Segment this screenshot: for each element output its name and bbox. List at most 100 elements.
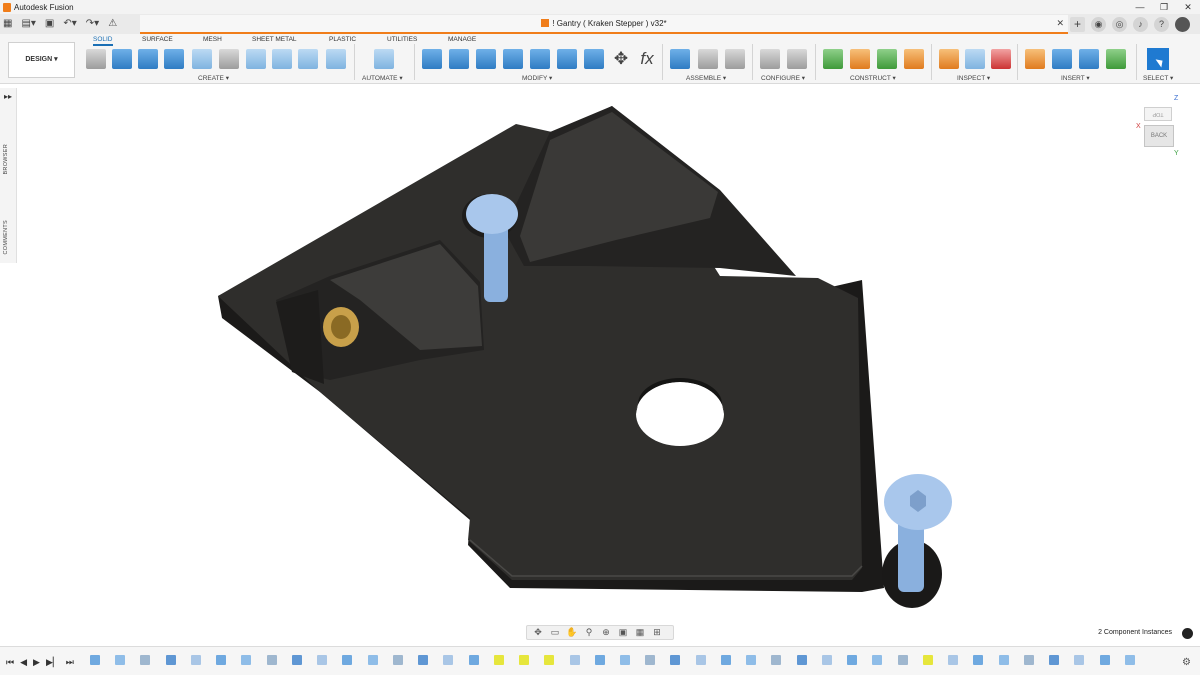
plane-at-angle-icon[interactable]: [850, 49, 870, 69]
configure-menu[interactable]: CONFIGURE ▾: [761, 74, 805, 82]
pan-icon[interactable]: ✋: [565, 626, 579, 639]
timeline-feature-icon[interactable]: [872, 655, 882, 665]
automate-menu[interactable]: AUTOMATE ▾: [362, 74, 403, 82]
online-status-icon[interactable]: ◉: [1091, 17, 1106, 32]
file-icon[interactable]: ▤▾: [21, 17, 35, 31]
zoom-window-icon[interactable]: ⊕: [599, 626, 613, 639]
model-viewport[interactable]: [0, 85, 1200, 645]
orbit-icon[interactable]: ✥: [531, 626, 545, 639]
close-tab-icon[interactable]: ✕: [1056, 15, 1064, 32]
save-icon[interactable]: ▣: [45, 17, 54, 31]
align-icon[interactable]: [584, 49, 604, 69]
timeline-feature-icon[interactable]: [267, 655, 277, 665]
timeline-feature-icon[interactable]: [570, 655, 580, 665]
extrude-icon[interactable]: [112, 49, 132, 69]
timeline-feature-icon[interactable]: [948, 655, 958, 665]
timeline-feature-icon[interactable]: [670, 655, 680, 665]
timeline-feature-icon[interactable]: [771, 655, 781, 665]
timeline-feature-icon[interactable]: [469, 655, 479, 665]
workspace-switcher[interactable]: DESIGN ▾: [8, 42, 75, 78]
timeline-feature-icon[interactable]: [317, 655, 327, 665]
insert-mesh-icon[interactable]: [1106, 49, 1126, 69]
select-icon[interactable]: [1147, 48, 1169, 70]
timeline-feature-icon[interactable]: [1049, 655, 1059, 665]
redo-icon[interactable]: ↷▾: [86, 17, 99, 31]
parameters-icon[interactable]: fx: [637, 49, 657, 69]
tab-mesh[interactable]: MESH: [203, 36, 222, 43]
minimize-button[interactable]: —: [1128, 0, 1152, 14]
insert-menu[interactable]: INSERT ▾: [1061, 74, 1090, 82]
last-frame-icon[interactable]: ⏭: [66, 657, 74, 667]
tab-utilities[interactable]: UTILITIES: [387, 36, 417, 43]
measure-icon[interactable]: [939, 49, 959, 69]
loft-icon[interactable]: [192, 49, 212, 69]
as-built-joint-icon[interactable]: [725, 49, 745, 69]
sweep-icon[interactable]: [164, 49, 184, 69]
undo-icon[interactable]: ↶▾: [63, 17, 76, 31]
timeline-feature-icon[interactable]: [140, 655, 150, 665]
interference-icon[interactable]: [965, 49, 985, 69]
create-menu[interactable]: CREATE ▾: [198, 74, 229, 82]
timeline-feature-icon[interactable]: [746, 655, 756, 665]
timeline-feature-icon[interactable]: [1074, 655, 1084, 665]
timeline-feature-icon[interactable]: [999, 655, 1009, 665]
timeline-feature-icon[interactable]: [847, 655, 857, 665]
grid-icon[interactable]: ▦: [633, 626, 647, 639]
timeline-feature-icon[interactable]: [443, 655, 453, 665]
hole-icon[interactable]: [219, 49, 239, 69]
configuration-table-icon[interactable]: [787, 49, 807, 69]
joint-icon[interactable]: [698, 49, 718, 69]
timeline-feature-icon[interactable]: [166, 655, 176, 665]
configure-design-icon[interactable]: [760, 49, 780, 69]
timeline-feature-icon[interactable]: [393, 655, 403, 665]
revolve-icon[interactable]: [138, 49, 158, 69]
timeline-feature-icon[interactable]: [342, 655, 352, 665]
timeline-feature-icon[interactable]: [923, 655, 933, 665]
tangent-plane-icon[interactable]: [877, 49, 897, 69]
view-cube-back-face[interactable]: BACK: [1144, 125, 1174, 147]
timeline-feature-icon[interactable]: [241, 655, 251, 665]
close-window-button[interactable]: ✕: [1176, 0, 1200, 14]
timeline-feature-icon[interactable]: [544, 655, 554, 665]
new-component-icon[interactable]: [670, 49, 690, 69]
help-icon[interactable]: ?: [1154, 17, 1169, 32]
timeline-feature-icon[interactable]: [292, 655, 302, 665]
offset-face-icon[interactable]: [557, 49, 577, 69]
chamfer-icon[interactable]: [476, 49, 496, 69]
previous-icon[interactable]: ◀: [20, 657, 27, 667]
shell-icon[interactable]: [503, 49, 523, 69]
play-icon[interactable]: ▶: [33, 657, 40, 667]
tab-surface[interactable]: SURFACE: [142, 36, 173, 43]
combine-icon[interactable]: [530, 49, 550, 69]
maximize-button[interactable]: ❐: [1152, 0, 1176, 14]
inspect-menu[interactable]: INSPECT ▾: [957, 74, 990, 82]
box-icon[interactable]: [272, 49, 292, 69]
timeline-feature-icon[interactable]: [418, 655, 428, 665]
move-icon[interactable]: ✥: [611, 49, 631, 69]
timeline-feature-icon[interactable]: [90, 655, 100, 665]
thread-icon[interactable]: [246, 49, 266, 69]
timeline-feature-icon[interactable]: [620, 655, 630, 665]
assemble-menu[interactable]: ASSEMBLE ▾: [686, 74, 726, 82]
timeline-feature-icon[interactable]: [595, 655, 605, 665]
timeline-feature-icon[interactable]: [797, 655, 807, 665]
modify-menu[interactable]: MODIFY ▾: [522, 74, 552, 82]
tab-solid[interactable]: SOLID: [93, 36, 113, 46]
view-cube-top-face[interactable]: TOP: [1144, 107, 1172, 121]
tab-plastic[interactable]: PLASTIC: [329, 36, 356, 43]
timeline-feature-icon[interactable]: [1125, 655, 1135, 665]
select-menu[interactable]: SELECT ▾: [1143, 74, 1173, 82]
first-frame-icon[interactable]: ⏮: [6, 657, 14, 667]
timeline-feature-icon[interactable]: [191, 655, 201, 665]
timeline-feature-icon[interactable]: [1024, 655, 1034, 665]
midplane-icon[interactable]: [904, 49, 924, 69]
tab-sheet-metal[interactable]: SHEET METAL: [252, 36, 297, 43]
construct-menu[interactable]: CONSTRUCT ▾: [850, 74, 896, 82]
pattern-icon[interactable]: [298, 49, 318, 69]
new-tab-icon[interactable]: +: [1070, 17, 1085, 32]
status-toggle-icon[interactable]: [1182, 628, 1193, 639]
notification-bell-icon[interactable]: ♪: [1133, 17, 1148, 32]
mirror-icon[interactable]: [326, 49, 346, 69]
timeline-feature-icon[interactable]: [216, 655, 226, 665]
timeline-feature-icon[interactable]: [898, 655, 908, 665]
